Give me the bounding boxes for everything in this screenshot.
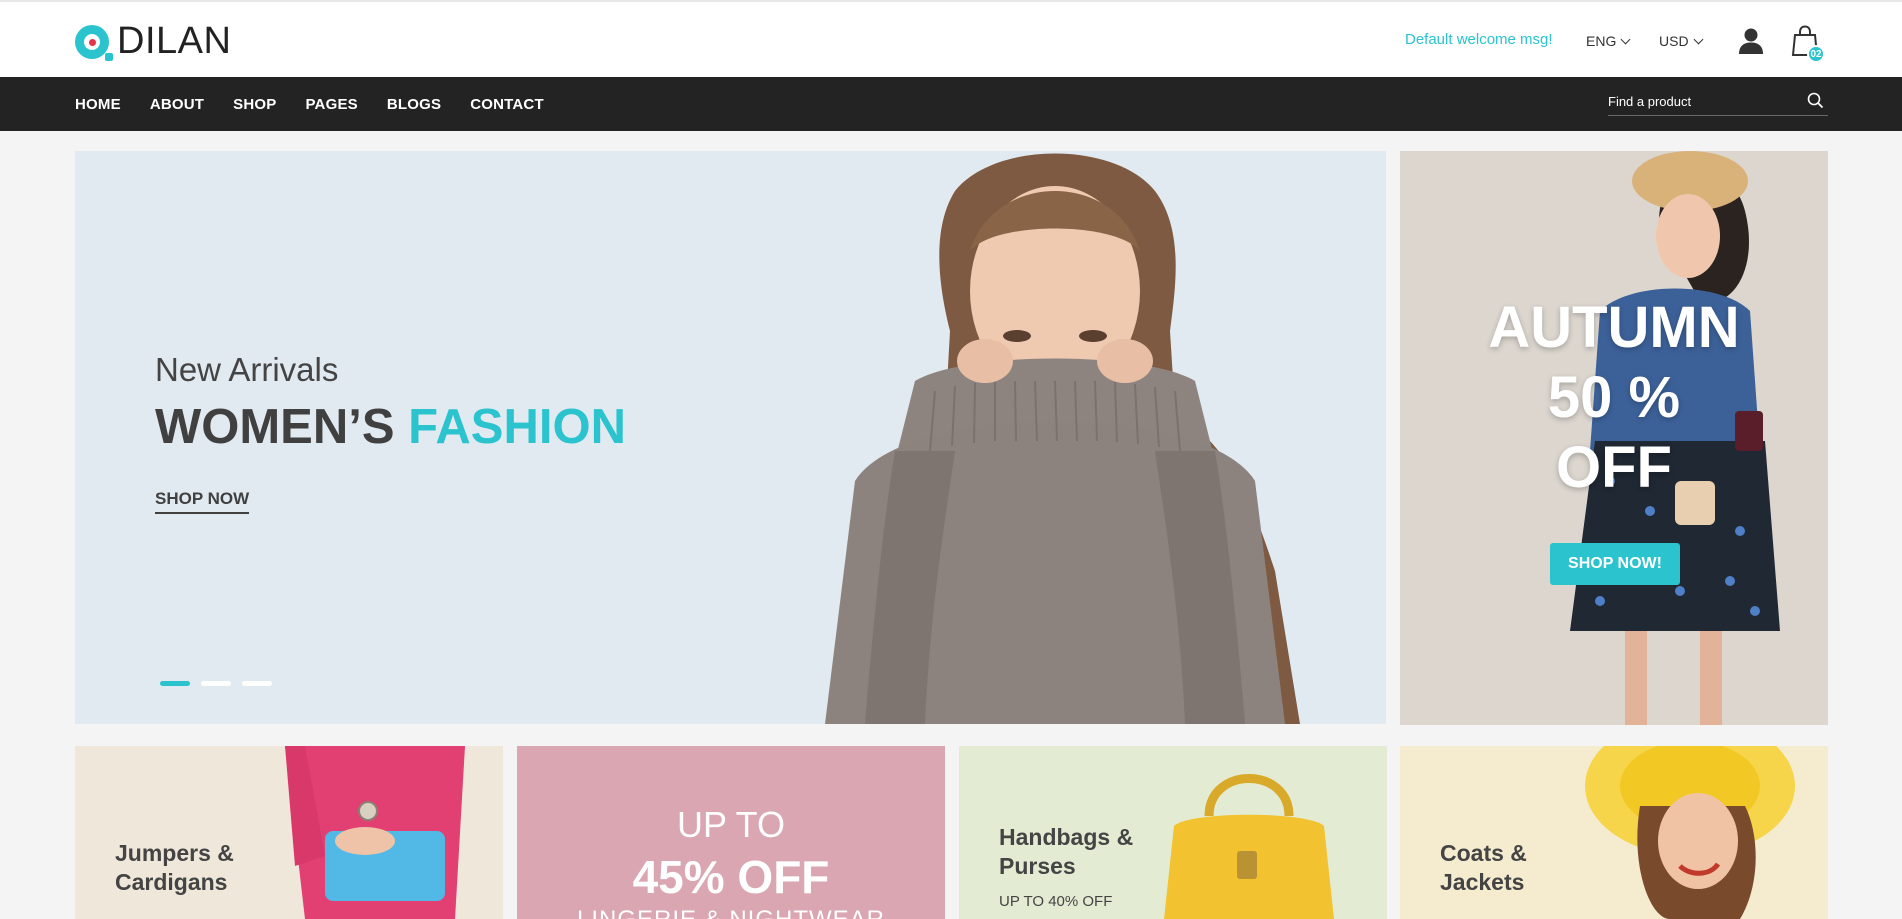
handbags-title-line1: Handbags & [999, 824, 1134, 850]
cart-count-badge: 02 [1807, 45, 1825, 63]
coats-title: Coats & Jackets [1440, 839, 1527, 897]
nav-item-shop[interactable]: SHOP [233, 96, 276, 113]
autumn-sale-title: AUTUMN 50 % OFF [1400, 293, 1828, 503]
handbags-subtitle: UP TO 40% OFF [999, 893, 1113, 910]
jumpers-title: Jumpers & Cardigans [115, 839, 234, 897]
coats-model-image [1585, 746, 1795, 919]
autumn-title-line2: 50 % [1547, 365, 1681, 430]
language-label: ENG [1586, 33, 1617, 49]
hero-title: WOMEN’S FASHION [155, 399, 626, 455]
handbags-title-line2: Purses [999, 853, 1076, 879]
slider-dot-3[interactable] [242, 681, 272, 686]
handbags-title: Handbags & Purses [999, 823, 1133, 881]
slider-pagination [160, 681, 272, 686]
top-header: DILAN Default welcome msg! ENG USD 02 [0, 0, 1902, 77]
category-tile-lingerie-promo[interactable]: UP TO 45% OFF LINGERIE & NIGHTWEAR [517, 746, 945, 919]
autumn-title-line3: OFF [1556, 435, 1672, 500]
hero-title-accent: FASHION [408, 400, 626, 454]
coats-title-line1: Coats & [1440, 840, 1527, 866]
product-search [1608, 89, 1828, 116]
user-account-icon[interactable] [1738, 27, 1764, 55]
nav-item-home[interactable]: HOME [75, 96, 121, 113]
hero-shop-now-link[interactable]: SHOP NOW [155, 489, 250, 514]
nav-item-blogs[interactable]: BLOGS [387, 96, 441, 113]
autumn-shop-now-button[interactable]: SHOP NOW! [1550, 543, 1680, 585]
jumpers-model-image [285, 746, 465, 919]
chevron-down-icon [1693, 34, 1704, 44]
welcome-message: Default welcome msg! [1405, 31, 1553, 48]
brand-logo[interactable]: DILAN [75, 20, 231, 63]
logo-icon [75, 24, 113, 61]
brand-name: DILAN [117, 20, 232, 62]
autumn-sale-banner: AUTUMN 50 % OFF SHOP NOW! [1400, 151, 1828, 725]
slider-dot-2[interactable] [201, 681, 231, 686]
promo-up-to: UP TO [676, 804, 786, 845]
promo-discount: 45% OFF [632, 851, 830, 903]
nav-item-contact[interactable]: CONTACT [470, 96, 544, 113]
category-tile-jumpers[interactable]: Jumpers & Cardigans [75, 746, 503, 919]
jumpers-title-line1: Jumpers & [115, 840, 234, 866]
hero-model-image [825, 153, 1300, 724]
currency-selector[interactable]: USD [1659, 33, 1704, 49]
currency-label: USD [1659, 33, 1689, 49]
chevron-down-icon [1620, 34, 1631, 44]
hero-slider: New Arrivals WOMEN’S FASHION SHOP NOW [75, 151, 1386, 724]
hero-title-main: WOMEN’S [155, 400, 409, 454]
category-tile-handbags[interactable]: Handbags & Purses UP TO 40% OFF [959, 746, 1387, 919]
hero-subtitle: New Arrivals [155, 351, 339, 388]
category-tile-coats[interactable]: Coats & Jackets [1400, 746, 1828, 919]
handbag-image [1164, 774, 1334, 919]
search-input[interactable] [1608, 89, 1798, 113]
coats-title-line2: Jackets [1440, 869, 1525, 895]
nav-item-pages[interactable]: PAGES [305, 96, 357, 113]
nav-item-about[interactable]: ABOUT [150, 96, 204, 113]
nav-menu: HOME ABOUT SHOP PAGES BLOGS CONTACT [75, 77, 544, 131]
main-navigation: HOME ABOUT SHOP PAGES BLOGS CONTACT [0, 77, 1902, 131]
autumn-title-line1: AUTUMN [1488, 295, 1740, 360]
language-selector[interactable]: ENG [1586, 33, 1631, 49]
slider-dot-1[interactable] [160, 681, 190, 686]
search-icon[interactable] [1807, 92, 1824, 109]
jumpers-title-line2: Cardigans [115, 869, 228, 895]
promo-category: LINGERIE & NIGHTWEAR [517, 906, 945, 919]
